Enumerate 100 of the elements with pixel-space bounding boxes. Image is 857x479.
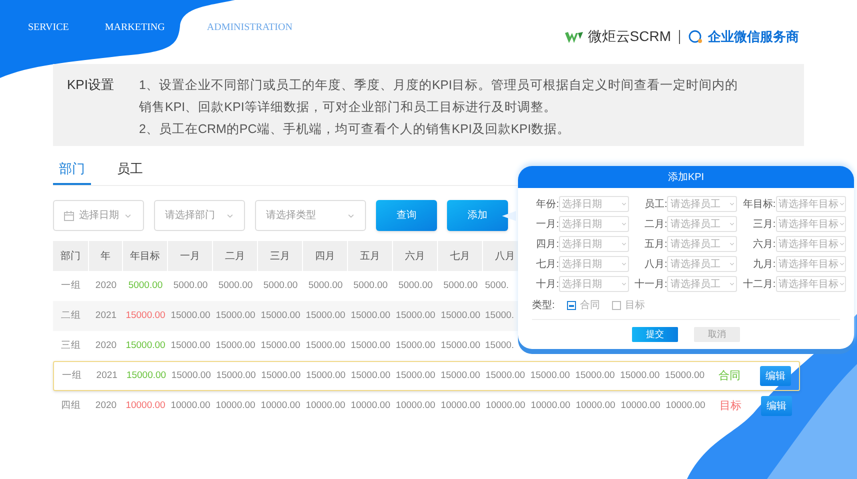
select-field[interactable]: 请选择年目标 (776, 276, 846, 292)
placeholder-text: 请选择类型 (266, 208, 316, 223)
dialog-title: 添加KPI (668, 170, 704, 184)
type-label: 类型: (532, 298, 555, 313)
placeholder-text: 请选择员工 (670, 218, 720, 232)
table-cell-text: 10000.00 (484, 398, 526, 413)
select-field[interactable]: 请选择员工 (667, 276, 738, 292)
table-cell-text: 15000.00 (260, 308, 302, 323)
chevron-down-icon (838, 281, 845, 287)
chevron-down-icon (621, 201, 627, 207)
select-field[interactable]: 请选择年目标 (776, 216, 846, 232)
nav-link[interactable]: SERVICE (28, 20, 69, 35)
table-cell-text: 15000.00 (350, 308, 392, 323)
placeholder-text: 选择日期 (562, 198, 602, 212)
select-field[interactable]: 请选择员工 (667, 236, 738, 252)
select-field[interactable]: 请选择部门 (154, 200, 245, 231)
tab[interactable]: 部门 (53, 154, 91, 185)
table-row[interactable]: 一组 2021 15000.00 15000.00 15000.00 15000.00 15000.00 15000.00 15000.00 15000.00 15000.00 15000.00 15000.00 15000.00 15000.00 合同 编辑 (53, 361, 800, 391)
table-cell-text: 5000.00 (442, 278, 479, 293)
select-field[interactable]: 选择日期 (559, 276, 629, 292)
chevron-down-icon (729, 281, 736, 287)
table-cell-text: 5000.00 (217, 278, 254, 293)
table-cell-text: 10000.00 (440, 398, 482, 413)
chevron-down-icon (838, 221, 845, 227)
table-cell-text: 5000.00 (307, 278, 344, 293)
select-field[interactable]: 选择日期 (559, 216, 629, 232)
placeholder-text: 选择日期 (562, 278, 602, 292)
table-cell-text: 15000.00 (574, 368, 616, 383)
table-cell-text: 10000.00 (574, 398, 616, 413)
table-cell-text: 15000.00 (170, 368, 212, 383)
select-field[interactable]: 请选择员工 (667, 256, 738, 272)
field-label: 二月: (644, 218, 668, 232)
placeholder-text: 请选择年目标 (778, 198, 839, 212)
placeholder-text: 请选择员工 (670, 198, 720, 212)
placeholder-text: 请选择部门 (165, 208, 215, 223)
intro-text: 1、设置企业不同部门或员工的年度、季度、月度的KPI目标。管理员可根据自定义时间查看一定时间内的销售KPI、回款KPI等详细数据，可对企业部门和员工目标进行及时调整。 (139, 77, 740, 116)
chevron-down-icon (124, 212, 132, 220)
field-label: 年目标: (742, 198, 776, 212)
field-label: 一月: (535, 218, 559, 232)
table-cell-text: 15000.00 (214, 308, 256, 323)
placeholder-text: 请选择年目标 (778, 238, 839, 252)
checkbox[interactable] (612, 301, 621, 310)
table-cell-text: 10000.00 (124, 398, 166, 413)
table-cell-text: 二组 (60, 308, 82, 323)
placeholder-text: 选择日期 (79, 208, 119, 223)
select-field[interactable]: 选择日期 (559, 196, 629, 212)
submit-button[interactable]: 提交 (632, 327, 678, 342)
edit-button[interactable]: 编辑 (761, 396, 792, 416)
table-cell-text: 15000.00 (619, 368, 661, 383)
tab[interactable]: 员工 (111, 154, 149, 185)
select-field[interactable]: 请选择类型 (255, 200, 366, 231)
table-cell-text: 15000.00 (124, 308, 166, 323)
chevron-down-icon (729, 221, 736, 227)
logo-icon (564, 30, 583, 42)
table-cell-text: 10000.00 (664, 398, 706, 413)
table-cell-text: 合同 (718, 368, 742, 384)
pointer-arrow-icon (502, 208, 516, 222)
table-cell-text: 15000.00 (440, 308, 482, 323)
edit-button[interactable]: 编辑 (760, 366, 791, 386)
cancel-button[interactable]: 取消 (694, 327, 740, 342)
table-cell-text: 15000.00 (440, 338, 482, 353)
table-row[interactable]: 四组 2020 10000.00 10000.00 10000.00 10000.00 10000.00 10000.00 10000.00 10000.00 10000.00 10000.00 10000.00 10000.00 10000.00 目标 编辑 (53, 391, 800, 421)
select-field[interactable]: 请选择年目标 (776, 236, 846, 252)
checkbox[interactable] (566, 301, 576, 310)
field-label: 十二月: (742, 278, 776, 292)
nav-link[interactable]: ADMINISTRATION (206, 20, 292, 35)
nav-link[interactable]: MARKETING (104, 20, 165, 35)
select-field[interactable]: 选择日期 (559, 256, 629, 272)
table-cell-text: 15000.00 (260, 368, 302, 383)
column-header: 四月 (303, 241, 348, 271)
table-cell-text: 15000.00 (170, 308, 212, 323)
table-cell-text: 2021 (94, 308, 118, 323)
field-label: 员工: (644, 198, 668, 212)
select-field[interactable]: 请选择年目标 (776, 196, 846, 212)
table-cell-text: 10000.00 (304, 398, 346, 413)
checkbox-label: 合同 (580, 299, 600, 313)
chevron-down-icon (621, 221, 627, 227)
chevron-down-icon (621, 281, 627, 287)
search-button[interactable]: 查询 (376, 200, 437, 231)
placeholder-text: 请选择员工 (670, 278, 720, 292)
select-field[interactable]: 请选择年目标 (776, 256, 846, 272)
table-cell-text: 15000.00 (350, 338, 392, 353)
add-button[interactable]: 添加 (447, 200, 508, 231)
field-label: 十一月: (634, 278, 668, 292)
select-field[interactable]: 请选择员工 (667, 216, 738, 232)
table-cell-text: 15000.00 (394, 368, 436, 383)
chevron-down-icon (729, 261, 736, 267)
date-picker[interactable]: 选择日期 (53, 200, 144, 231)
chevron-down-icon (838, 261, 845, 267)
logo-name: 微炬云SCRM (588, 27, 671, 46)
table-cell-text: 15000.00 (394, 308, 436, 323)
table-cell-text: 15000.00 (440, 368, 482, 383)
placeholder-text: 请选择年目标 (778, 218, 839, 232)
field-label: 十月: (535, 278, 559, 292)
select-field[interactable]: 选择日期 (559, 236, 629, 252)
select-field[interactable]: 请选择员工 (667, 196, 738, 212)
table-cell-text: 15000.00 (484, 368, 526, 383)
field-label: 三月: (752, 218, 776, 232)
table-cell-text: 15000.00 (304, 308, 346, 323)
column-header: 年 (89, 241, 123, 271)
